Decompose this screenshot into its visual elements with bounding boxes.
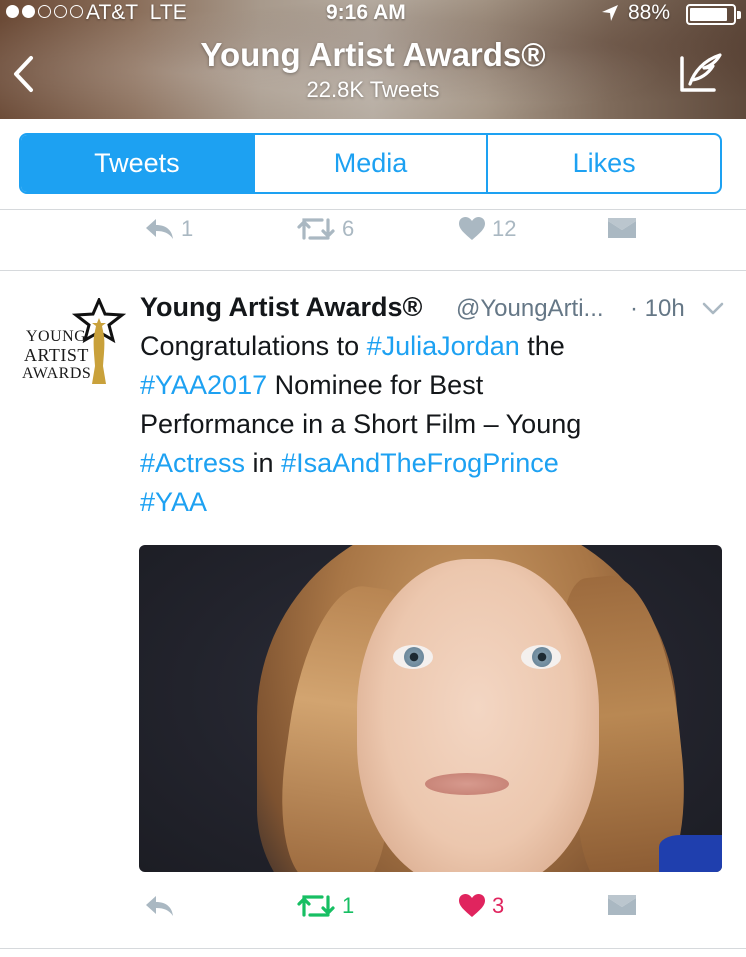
chevron-down-icon[interactable] — [702, 302, 724, 316]
author-name[interactable]: Young Artist Awards® — [140, 292, 422, 323]
reply-button[interactable]: 1 — [143, 216, 193, 242]
retweet-button[interactable]: 6 — [296, 216, 354, 242]
reply-button[interactable] — [143, 893, 175, 919]
carrier-label: AT&T LTE — [86, 1, 187, 24]
envelope-icon — [608, 895, 636, 915]
hashtag-link[interactable]: #YAA — [140, 487, 207, 517]
retweet-button[interactable]: 1 — [296, 893, 354, 919]
like-button[interactable]: 3 — [458, 893, 504, 919]
profile-title: Young Artist Awards® — [200, 36, 546, 73]
direct-message-button[interactable] — [606, 216, 638, 242]
tweet-actions: 1 3 — [0, 893, 746, 933]
like-count: 12 — [492, 216, 517, 241]
hashtag-link[interactable]: #Actress — [140, 448, 245, 478]
tab-media[interactable]: Media — [252, 135, 487, 192]
envelope-icon — [608, 218, 636, 238]
like-count: 3 — [492, 893, 505, 918]
battery-icon — [686, 4, 741, 25]
reply-icon — [146, 219, 173, 239]
signal-strength-icon — [6, 5, 83, 18]
heart-icon — [459, 217, 485, 240]
reply-icon — [146, 896, 173, 916]
location-arrow-icon — [602, 5, 618, 21]
tweet-timestamp[interactable]: · 10h — [630, 295, 685, 323]
tab-tweets[interactable]: Tweets — [21, 135, 253, 192]
tweet-count: 22.8K Tweets — [306, 77, 440, 102]
status-bar: AT&T LTE 9:16 AM 88% — [0, 0, 746, 28]
avatar[interactable]: YOUNG ARTIST AWARDS — [20, 298, 126, 392]
mention-hashtag[interactable]: #JuliaJordan — [367, 331, 520, 361]
battery-percent: 88% — [628, 1, 671, 24]
tweet-photo[interactable] — [139, 545, 722, 872]
author-handle[interactable]: @YoungArti... — [456, 295, 604, 323]
profile-header: AT&T LTE 9:16 AM 88% Young Artist Awards… — [0, 0, 746, 119]
tweet-text: Congratulations to #JuliaJordan the #YAA… — [140, 331, 582, 517]
clock: 9:16 AM — [326, 1, 406, 24]
prev-tweet-actions: 1 6 12 — [0, 216, 746, 256]
reply-count: 1 — [181, 216, 194, 241]
hashtag-link[interactable]: #YAA2017 — [140, 370, 267, 400]
tweet-header: Young Artist Awards® @YoungArti... · 10h — [140, 292, 730, 328]
direct-message-button[interactable] — [606, 893, 638, 919]
divider — [0, 209, 746, 210]
retweet-icon — [297, 218, 335, 240]
compose-icon[interactable] — [678, 52, 724, 94]
profile-tabs: Tweets Media Likes — [19, 133, 722, 194]
heart-icon — [459, 894, 485, 917]
like-button[interactable]: 12 — [458, 216, 516, 242]
retweet-icon — [297, 895, 335, 917]
hashtag-link[interactable]: #IsaAndTheFrogPrince — [281, 448, 559, 478]
retweet-count: 1 — [342, 893, 355, 918]
retweet-count: 6 — [342, 216, 355, 241]
tab-likes[interactable]: Likes — [486, 135, 720, 192]
divider — [0, 270, 746, 271]
divider — [0, 948, 746, 949]
